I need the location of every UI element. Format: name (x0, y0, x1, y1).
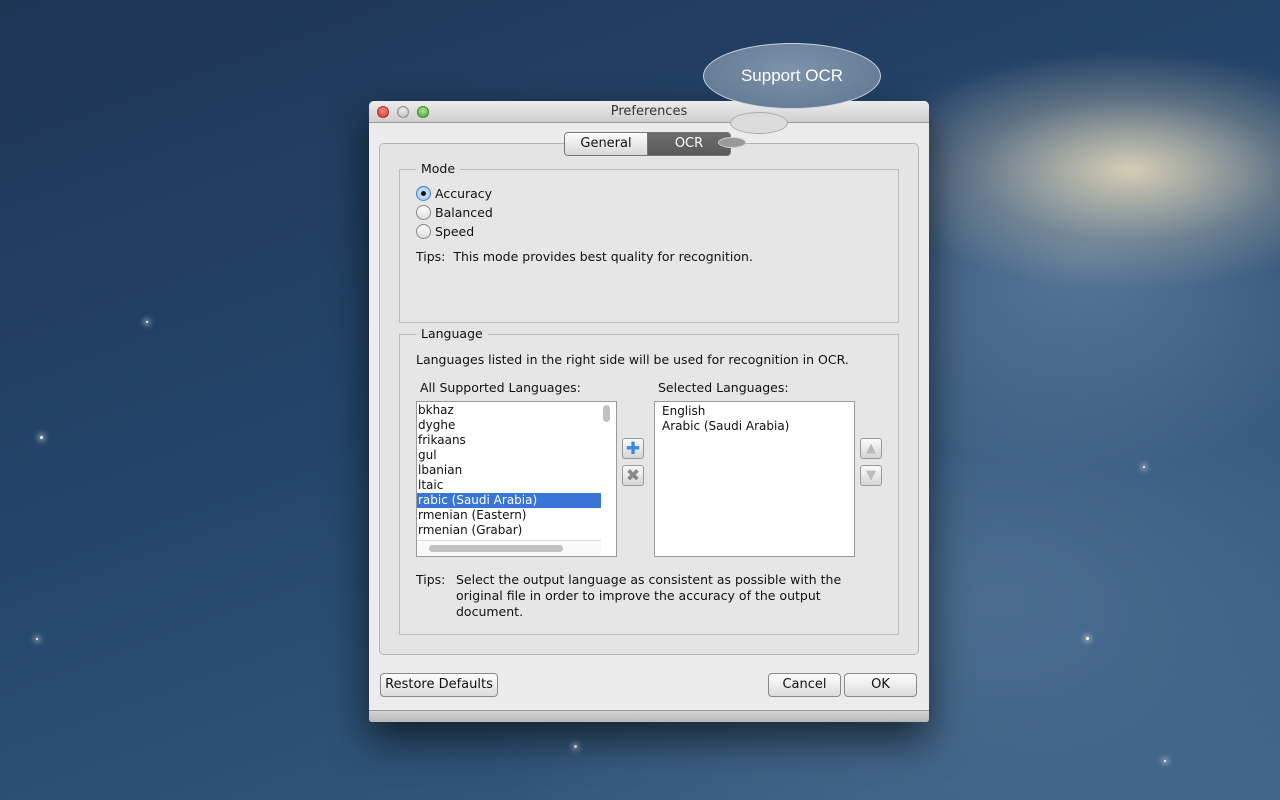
cancel-button[interactable]: Cancel (768, 673, 841, 697)
horizontal-scrollbar-track (417, 540, 601, 556)
title-bar[interactable]: Preferences (369, 101, 929, 123)
move-up-button[interactable]: ▲ (860, 438, 882, 459)
star (1164, 760, 1166, 762)
minimize-button[interactable] (397, 106, 409, 118)
tips-label: Tips: (416, 249, 446, 264)
star (40, 436, 43, 439)
mode-legend: Mode (416, 161, 461, 176)
zoom-button[interactable] (417, 106, 429, 118)
restore-defaults-button[interactable]: Restore Defaults (380, 673, 498, 697)
bottom-bar (369, 710, 929, 722)
radio-accuracy[interactable]: Accuracy (416, 186, 492, 201)
remove-language-button[interactable]: ✖ (622, 465, 644, 486)
plus-icon: ✚ (625, 438, 641, 459)
window-title: Preferences (610, 104, 688, 119)
language-list-item[interactable]: rmenian (Grabar) (417, 523, 601, 538)
language-tips-label: Tips: (416, 572, 446, 587)
arrow-down-icon: ▼ (866, 468, 876, 483)
selected-languages-list[interactable]: English Arabic (Saudi Arabia) (654, 401, 855, 557)
language-description: Languages listed in the right side will … (416, 352, 849, 367)
star (146, 321, 148, 323)
mode-tips: Tips: This mode provides best quality fo… (416, 249, 753, 264)
arrow-up-icon: ▲ (866, 441, 876, 456)
language-group: Language Languages listed in the right s… (399, 326, 899, 635)
language-list-item[interactable]: bkhaz (417, 403, 601, 418)
tips-text: This mode provides best quality for reco… (453, 249, 753, 264)
language-list-item[interactable]: ltaic (417, 478, 601, 493)
language-list-item[interactable]: rabic (Saudi Arabia) (417, 493, 601, 508)
x-icon: ✖ (625, 465, 641, 486)
radio-unchecked-icon (416, 205, 431, 220)
radio-label: Balanced (435, 205, 493, 220)
radio-checked-icon (416, 186, 431, 201)
tab-content-panel: Mode Accuracy Balanced Speed Tips: This … (379, 143, 919, 655)
star (574, 745, 577, 748)
radio-unchecked-icon (416, 224, 431, 239)
radio-balanced[interactable]: Balanced (416, 205, 493, 220)
radio-label: Speed (435, 224, 475, 239)
language-tips: Select the output language as consistent… (456, 572, 842, 619)
mode-group: Mode Accuracy Balanced Speed Tips: This … (399, 161, 899, 323)
language-list-item[interactable]: gul (417, 448, 601, 463)
radio-speed[interactable]: Speed (416, 224, 474, 239)
selected-language-item[interactable]: Arabic (Saudi Arabia) (661, 419, 848, 434)
selected-languages-label: Selected Languages: (658, 380, 789, 395)
language-list-item[interactable]: lbanian (417, 463, 601, 478)
all-languages-list[interactable]: bkhaz dyghe frikaans gul lbanian ltaic rabic (… (416, 401, 617, 557)
close-button[interactable] (377, 106, 389, 118)
language-list-item[interactable]: rmenian (Eastern) (417, 508, 601, 523)
star (36, 638, 38, 640)
selected-language-item[interactable]: English (661, 404, 848, 419)
star (1143, 466, 1145, 468)
star (1086, 637, 1089, 640)
horizontal-scrollbar[interactable] (429, 545, 563, 552)
add-language-button[interactable]: ✚ (622, 438, 644, 459)
vertical-scrollbar[interactable] (603, 405, 610, 422)
all-languages-label: All Supported Languages: (420, 380, 581, 395)
language-legend: Language (416, 326, 488, 341)
radio-label: Accuracy (435, 186, 493, 201)
language-list-item[interactable]: frikaans (417, 433, 601, 448)
language-list-item[interactable]: dyghe (417, 418, 601, 433)
move-down-button[interactable]: ▼ (860, 465, 882, 486)
ok-button[interactable]: OK (844, 673, 917, 697)
preferences-window: Preferences General OCR Mode Accuracy Ba… (369, 101, 929, 722)
tab-general[interactable]: General (565, 133, 648, 155)
callout-tail (718, 137, 746, 148)
support-ocr-callout: Support OCR (703, 43, 881, 109)
tab-bar: General OCR (564, 132, 731, 156)
callout-tail (730, 112, 788, 134)
